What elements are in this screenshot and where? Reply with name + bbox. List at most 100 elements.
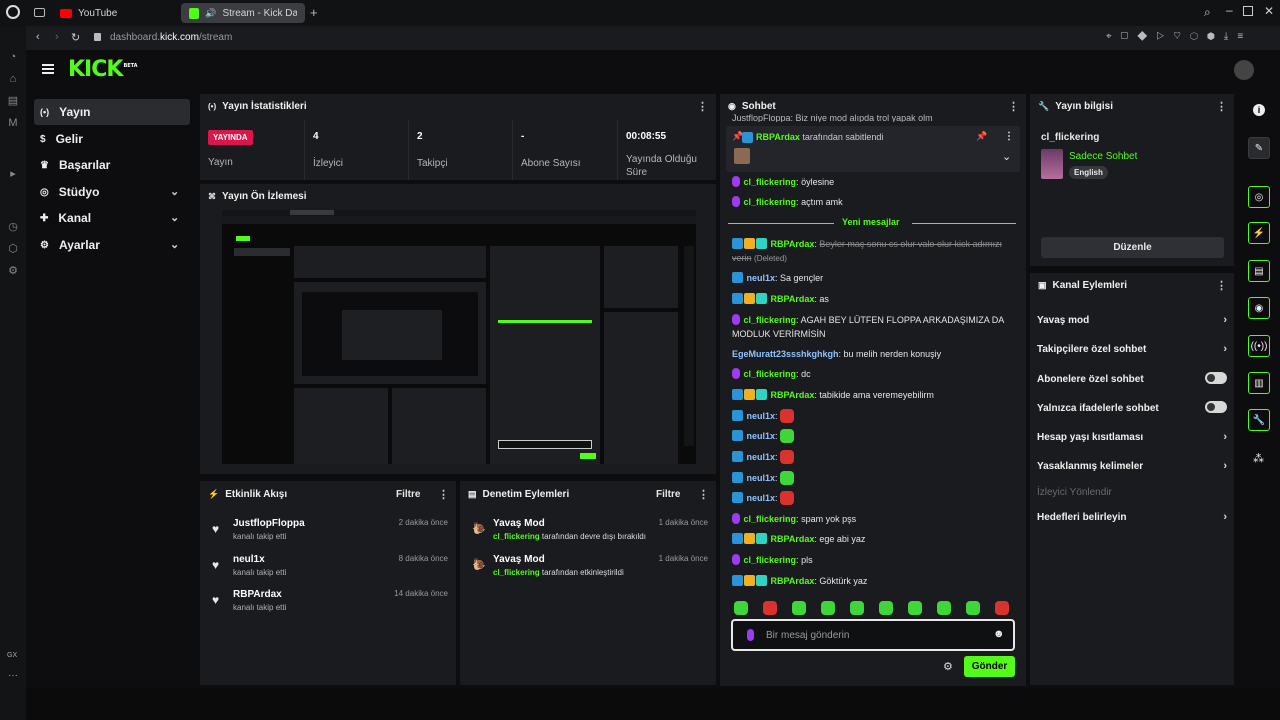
chevron-down-icon[interactable]: ⌄: [1002, 150, 1011, 163]
raid-icon[interactable]: ⚡: [1248, 222, 1270, 244]
kebab-menu-icon[interactable]: ⋮: [438, 488, 449, 501]
emotes-only-toggle[interactable]: [1205, 401, 1227, 413]
edit-button[interactable]: Düzenle: [1041, 237, 1224, 258]
more-icon[interactable]: ···: [8, 670, 18, 681]
kick-logo[interactable]: KICKBETA: [68, 57, 138, 82]
action-account-age[interactable]: Hesap yaşı kısıtlaması ›: [1037, 431, 1227, 443]
sidebar-item-gelir[interactable]: $ Gelir: [34, 126, 190, 152]
action-slow-mode[interactable]: Yavaş mod ›: [1037, 314, 1227, 326]
stat-followers: 2 Takipçi: [408, 120, 508, 180]
action-host-channel: İzleyici Yönlendir: [1037, 487, 1112, 498]
panel-title: Yayın Ön İzlemesi: [222, 191, 307, 202]
sidebar-item-ayarlar[interactable]: ⚙ Ayarlar ⌄: [34, 232, 190, 258]
close-window-button[interactable]: ✕: [1264, 4, 1274, 18]
sidebar-settings-icon[interactable]: ⚙: [6, 264, 20, 278]
stream-preview-video[interactable]: [222, 210, 696, 464]
sidebar-item-kanal[interactable]: ✚ Kanal ⌄: [34, 205, 190, 231]
chevron-down-icon: ⌄: [170, 239, 180, 251]
kebab-menu-icon[interactable]: ⋮: [698, 488, 709, 501]
channel-icon: ✚: [40, 212, 49, 224]
wrench-icon[interactable]: 🔧: [1248, 409, 1270, 431]
sidebar-messenger-icon[interactable]: ◔: [6, 50, 20, 64]
layout-icon[interactable]: ▥: [1248, 372, 1270, 394]
back-icon[interactable]: ‹: [36, 31, 40, 43]
kebab-menu-icon[interactable]: ⋮: [1216, 100, 1227, 113]
emote-icon[interactable]: [734, 601, 748, 615]
tab-kick-dashboard[interactable]: 🔊 Stream - Kick Dashbo: [181, 3, 305, 23]
kebab-menu-icon[interactable]: ⋮: [1216, 279, 1227, 292]
subscribers-only-toggle[interactable]: [1205, 372, 1227, 384]
emote-icon[interactable]: [792, 601, 806, 615]
emoji-picker-icon[interactable]: ☻: [993, 628, 1005, 640]
unpin-icon[interactable]: 📌: [976, 131, 987, 142]
chat-message: RBPArdax: tabikide ama veremeyebilirm: [732, 388, 1020, 402]
maximize-button[interactable]: [1243, 6, 1253, 16]
chat-popout-icon[interactable]: ◉: [1248, 297, 1270, 319]
sidebar-m-icon[interactable]: M: [6, 116, 20, 130]
clip-icon[interactable]: ◎: [1248, 186, 1270, 208]
broadcast-icon[interactable]: ((•)): [1248, 335, 1270, 357]
sidebar-item-yayin[interactable]: (•) Yayın: [34, 99, 190, 125]
chat-message: cl_flickering: spam yok pşs: [732, 512, 1020, 526]
panel-title: Sohbet: [741, 101, 776, 112]
dollar-icon: $: [40, 133, 46, 145]
chat-message-deleted: RBPArdax: Beyler maç sonu cs olur valo o…: [732, 238, 1002, 263]
search-tabs-icon[interactable]: ⌕: [1204, 5, 1211, 20]
tab-youtube[interactable]: YouTube: [52, 3, 176, 23]
kebab-menu-icon[interactable]: ⋮: [697, 100, 708, 113]
address-bar-row: ‹ › ↻ dashboard.kick.com/stream ⌖▢◆▷♡⬡⬢⤓…: [0, 26, 1280, 50]
preview-icon: ⌘: [208, 192, 216, 201]
info-icon[interactable]: i: [1253, 104, 1265, 116]
reload-icon[interactable]: ↻: [71, 31, 80, 44]
emote-icon[interactable]: [850, 601, 864, 615]
gear-icon: ⚙: [40, 239, 49, 251]
kebab-menu-icon[interactable]: ⋮: [1008, 100, 1019, 113]
pinned-by-user[interactable]: RBPArdax: [756, 132, 800, 142]
send-button[interactable]: Gönder: [964, 656, 1015, 677]
sidebar-gx-icon[interactable]: ⌂: [6, 72, 20, 86]
stream-channel-name: cl_flickering: [1041, 132, 1100, 143]
chat-settings-gear-icon[interactable]: ⚙: [943, 660, 953, 673]
filter-button[interactable]: Filtre: [656, 489, 680, 500]
sidebar-history-icon[interactable]: ◷: [6, 220, 20, 234]
kebab-menu-icon[interactable]: ⋮: [1004, 131, 1014, 142]
mic-badge-icon: [747, 629, 754, 641]
browser-toolbar-icons[interactable]: ⌖▢◆▷♡⬡⬢⤓≡: [1106, 31, 1252, 42]
emote-icon[interactable]: [879, 601, 893, 615]
sidebar-play-icon[interactable]: ▸: [6, 167, 20, 181]
sidebar-twitch-icon[interactable]: ▤: [6, 94, 20, 108]
sidebar-item-basarilar[interactable]: ♛ Başarılar: [34, 152, 190, 178]
chevron-down-icon: ⌄: [170, 186, 180, 198]
edit-stream-icon[interactable]: ✎: [1248, 137, 1270, 159]
category-link[interactable]: Sadece Sohbet: [1069, 151, 1137, 162]
action-banned-words[interactable]: Yasaklanmış kelimeler ›: [1037, 460, 1227, 472]
url-field[interactable]: dashboard.kick.com/stream: [110, 32, 232, 43]
add-widget-icon[interactable]: ⁂: [1253, 452, 1264, 465]
action-followers-only[interactable]: Takipçilere özel sohbet ›: [1037, 343, 1227, 355]
tab-islands-icon[interactable]: [34, 8, 45, 17]
notes-icon[interactable]: ▤: [1248, 260, 1270, 282]
angry-emote-icon: [780, 450, 795, 464]
chat-input-field[interactable]: Bir mesaj gönderin ☻: [731, 619, 1015, 651]
hamburger-menu-icon[interactable]: [42, 64, 54, 74]
emote-icon[interactable]: [937, 601, 951, 615]
opera-logo-icon[interactable]: [6, 5, 20, 19]
chat-message: RBPArdax: Göktürk yaz: [732, 574, 1020, 588]
action-set-goals[interactable]: Hedefleri belirleyin ›: [1037, 511, 1227, 523]
emote-icon[interactable]: [763, 601, 777, 615]
forward-icon[interactable]: ›: [55, 31, 59, 43]
emote-icon[interactable]: [908, 601, 922, 615]
emote-icon[interactable]: [995, 601, 1009, 615]
emote-icon[interactable]: [821, 601, 835, 615]
activity-item: ♥ RBPArdax kanalı takip etti 14 dakika ö…: [212, 589, 448, 612]
sidebar-item-studyo[interactable]: ◎ Stüdyo ⌄: [34, 179, 190, 205]
emote-icon[interactable]: [966, 601, 980, 615]
sidebar-box-icon[interactable]: ⬡: [6, 242, 20, 256]
chat-message: neul1x:: [732, 450, 1020, 464]
user-avatar[interactable]: [1234, 60, 1254, 80]
speaker-icon: 🔊: [205, 7, 217, 18]
filter-button[interactable]: Filtre: [396, 489, 420, 500]
green-emote-icon: [780, 471, 795, 485]
new-tab-button[interactable]: +: [310, 5, 318, 20]
minimize-button[interactable]: –: [1226, 3, 1233, 17]
